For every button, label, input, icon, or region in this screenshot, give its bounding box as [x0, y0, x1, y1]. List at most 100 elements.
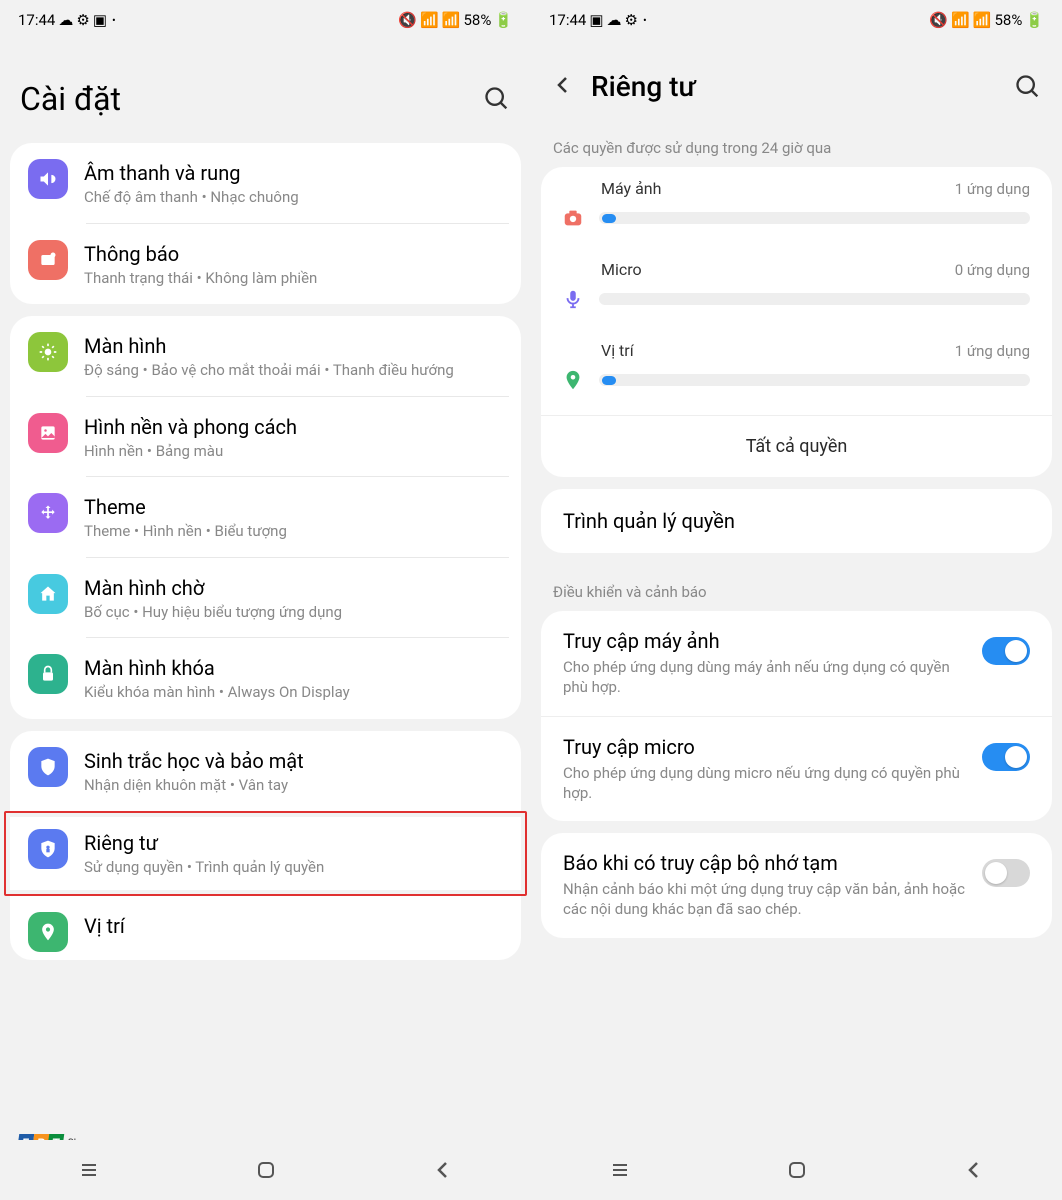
perm-name: Máy ảnh [601, 179, 661, 198]
item-sub: Kiểu khóa màn hình • Always On Display [84, 683, 509, 703]
perm-fill [602, 376, 616, 385]
image-icon: ▣ [589, 11, 603, 29]
settings-item-biometrics[interactable]: Sinh trắc học và bảo mật Nhận diện khuôn… [10, 731, 521, 812]
nav-home[interactable] [254, 1158, 278, 1182]
settings-item-notifications[interactable]: Thông báo Thanh trạng thái • Không làm p… [10, 224, 521, 305]
item-text: Theme Theme • Hình nền • Biểu tượng [84, 493, 509, 542]
item-text: Sinh trắc học và bảo mật Nhận diện khuôn… [84, 747, 509, 796]
settings-header: Cài đặt [0, 40, 531, 143]
item-title: Sinh trắc học và bảo mật [84, 749, 509, 773]
switch-clipboard[interactable] [982, 859, 1030, 887]
perm-bar [599, 293, 1030, 305]
perm-row-camera[interactable]: Máy ảnh 1 ứng dụng [541, 167, 1052, 248]
theme-icon [28, 493, 68, 533]
status-right: 🔇 📶 📶 58% 🔋 [398, 11, 513, 29]
perm-row-mic[interactable]: Micro 0 ứng dụng [541, 248, 1052, 329]
mute-icon: 🔇 [398, 11, 417, 29]
status-left: 17:44 ▣ ☁ ⚙ • [549, 11, 649, 29]
settings-item-homescreen[interactable]: Màn hình chờ Bố cục • Huy hiệu biểu tượn… [10, 558, 521, 639]
item-title: Màn hình [84, 334, 509, 358]
toggle-clipboard-alert[interactable]: Báo khi có truy cập bộ nhớ tạm Nhận cảnh… [541, 833, 1052, 938]
nav-back[interactable] [431, 1158, 455, 1182]
nav-recent[interactable] [77, 1158, 101, 1182]
toggle-title: Báo khi có truy cập bộ nhớ tạm [563, 851, 970, 875]
page-title: Riêng tư [591, 70, 1004, 103]
settings-group: Màn hình Độ sáng • Bảo vệ cho mắt thoải … [10, 316, 521, 719]
perm-count: 0 ứng dụng [955, 261, 1030, 279]
perm-bar [599, 212, 1030, 224]
status-time: 17:44 [18, 11, 55, 29]
usage-label: Các quyền được sử dụng trong 24 giờ qua [531, 121, 1062, 167]
toggle-camera-access[interactable]: Truy cập máy ảnh Cho phép ứng dụng dùng … [541, 611, 1052, 717]
back-button[interactable] [551, 73, 581, 101]
settings-group: Vị trí [10, 896, 521, 960]
volume-icon [28, 159, 68, 199]
battery-icon: 🔋 [1025, 11, 1044, 29]
item-text: Riêng tư Sử dụng quyền • Trình quản lý q… [84, 829, 509, 878]
search-button[interactable] [1014, 73, 1042, 101]
gear-icon: ⚙ [625, 11, 638, 29]
search-button[interactable] [483, 85, 511, 113]
switch-mic[interactable] [982, 743, 1030, 771]
perm-row-location[interactable]: Vị trí 1 ứng dụng [541, 329, 1052, 410]
cloud-icon: ☁ [58, 11, 73, 29]
toggle-title: Truy cập micro [563, 735, 970, 759]
settings-list[interactable]: Âm thanh và rung Chế độ âm thanh • Nhạc … [0, 143, 531, 1200]
privacy-header: Riêng tư [531, 40, 1062, 121]
signal-icon: 📶 [973, 11, 992, 29]
item-title: Vị trí [84, 914, 509, 938]
notification-icon [28, 240, 68, 280]
settings-item-lockscreen[interactable]: Màn hình khóa Kiểu khóa màn hình • Alway… [10, 638, 521, 719]
pin-icon [561, 368, 585, 392]
toggle-sub: Cho phép ứng dụng dùng micro nếu ứng dụn… [563, 763, 970, 804]
settings-item-sound[interactable]: Âm thanh và rung Chế độ âm thanh • Nhạc … [10, 143, 521, 224]
nav-home[interactable] [785, 1158, 809, 1182]
settings-item-theme[interactable]: Theme Theme • Hình nền • Biểu tượng [10, 477, 521, 558]
signal-icon: 📶 [442, 11, 461, 29]
item-title: Màn hình khóa [84, 656, 509, 680]
nav-bar [0, 1140, 531, 1200]
battery-icon: 🔋 [494, 11, 513, 29]
switch-camera[interactable] [982, 637, 1030, 665]
toggle-sub: Nhận cảnh báo khi một ứng dụng truy cập … [563, 879, 970, 920]
settings-item-wallpaper[interactable]: Hình nền và phong cách Hình nền • Bảng m… [10, 397, 521, 478]
settings-screen: 17:44 ☁ ⚙ ▣ • 🔇 📶 📶 58% 🔋 Cài đặt [0, 0, 531, 1200]
mic-icon [561, 287, 585, 311]
access-toggles-card: Truy cập máy ảnh Cho phép ứng dụng dùng … [541, 611, 1052, 821]
item-title: Thông báo [84, 242, 509, 266]
item-title: Riêng tư [84, 831, 509, 855]
nav-recent[interactable] [608, 1158, 632, 1182]
settings-item-privacy[interactable]: Riêng tư Sử dụng quyền • Trình quản lý q… [10, 817, 521, 890]
nav-back[interactable] [962, 1158, 986, 1182]
all-permissions-button[interactable]: Tất cả quyền [541, 415, 1052, 477]
more-icon: • [643, 14, 647, 27]
permission-manager-link[interactable]: Trình quản lý quyền [541, 489, 1052, 553]
status-left: 17:44 ☁ ⚙ ▣ • [18, 11, 118, 29]
privacy-content[interactable]: Các quyền được sử dụng trong 24 giờ qua … [531, 121, 1062, 1200]
settings-group: Sinh trắc học và bảo mật Nhận diện khuôn… [10, 731, 521, 812]
item-sub: Hình nền • Bảng màu [84, 442, 509, 462]
item-sub: Theme • Hình nền • Biểu tượng [84, 522, 509, 542]
home-icon [28, 574, 68, 614]
clipboard-card: Báo khi có truy cập bộ nhớ tạm Nhận cảnh… [541, 833, 1052, 938]
item-text: Màn hình khóa Kiểu khóa màn hình • Alway… [84, 654, 509, 703]
item-title: Hình nền và phong cách [84, 415, 509, 439]
item-text: Thông báo Thanh trạng thái • Không làm p… [84, 240, 509, 289]
shield-icon [28, 747, 68, 787]
nav-bar [531, 1140, 1062, 1200]
perm-count: 1 ứng dụng [955, 180, 1030, 198]
settings-item-location[interactable]: Vị trí [10, 896, 521, 960]
battery-percent: 58% [994, 11, 1022, 29]
item-sub: Sử dụng quyền • Trình quản lý quyền [84, 858, 509, 878]
permissions-usage-card: Máy ảnh 1 ứng dụng Micro 0 ứng dụng [541, 167, 1052, 477]
status-bar: 17:44 ☁ ⚙ ▣ • 🔇 📶 📶 58% 🔋 [0, 0, 531, 40]
item-sub: Bố cục • Huy hiệu biểu tượng ứng dụng [84, 603, 509, 623]
item-title: Màn hình chờ [84, 576, 509, 600]
toggle-mic-access[interactable]: Truy cập micro Cho phép ứng dụng dùng mi… [541, 717, 1052, 822]
status-bar: 17:44 ▣ ☁ ⚙ • 🔇 📶 📶 58% 🔋 [531, 0, 1062, 40]
settings-item-display[interactable]: Màn hình Độ sáng • Bảo vệ cho mắt thoải … [10, 316, 521, 397]
settings-group: Riêng tư Sử dụng quyền • Trình quản lý q… [10, 817, 521, 890]
status-time: 17:44 [549, 11, 586, 29]
item-text: Vị trí [84, 912, 509, 941]
toggle-title: Truy cập máy ảnh [563, 629, 970, 653]
